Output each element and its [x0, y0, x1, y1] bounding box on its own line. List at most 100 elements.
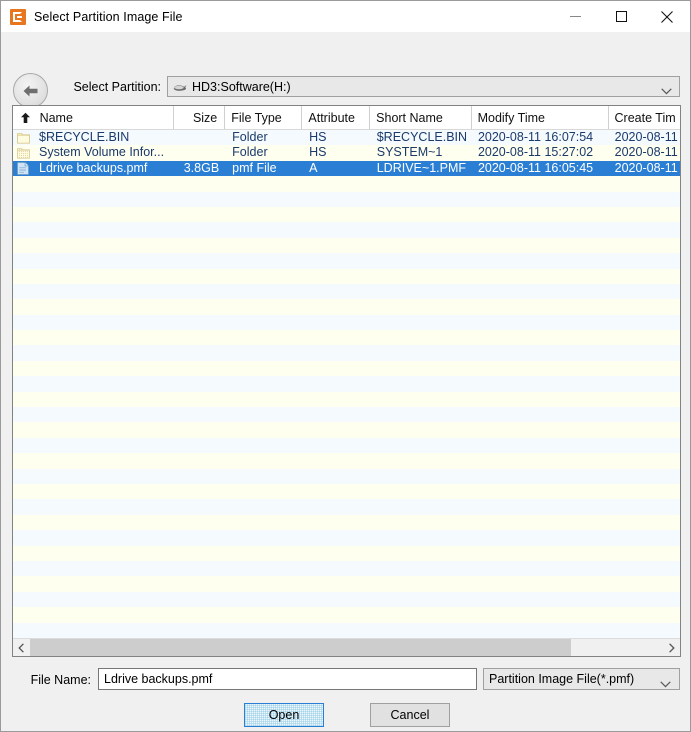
arrow-left-icon — [21, 83, 41, 99]
empty-row — [13, 438, 680, 453]
column-header-size[interactable]: Size — [174, 106, 225, 129]
empty-row — [13, 315, 680, 330]
cell-create_time: 2020-08-11 — [609, 130, 680, 145]
window-title: Select Partition Image File — [34, 10, 183, 24]
empty-row — [13, 284, 680, 299]
chevron-right-icon — [667, 643, 676, 653]
cell-file_type: pmf File — [226, 161, 303, 176]
title-bar: Select Partition Image File — [1, 1, 690, 32]
folder-hidden-icon — [17, 147, 30, 159]
empty-row — [13, 576, 680, 591]
navigation-form-area: Select Partition: HD3:Software(H:) Curre… — [1, 32, 690, 100]
cell-name: System Volume Infor... — [33, 145, 175, 160]
empty-row — [13, 176, 680, 191]
cell-short_name: SYSTEM~1 — [371, 145, 472, 160]
cell-name: $RECYCLE.BIN — [33, 130, 175, 145]
horizontal-scrollbar[interactable] — [13, 638, 680, 656]
table-row[interactable]: $RECYCLE.BINFolderHS$RECYCLE.BIN2020-08-… — [13, 130, 680, 145]
empty-row — [13, 607, 680, 622]
cell-short_name: $RECYCLE.BIN — [371, 130, 472, 145]
cell-size — [175, 145, 226, 160]
file-rows: $RECYCLE.BINFolderHS$RECYCLE.BIN2020-08-… — [13, 130, 680, 176]
empty-row — [13, 499, 680, 514]
row-stripes — [13, 130, 680, 638]
empty-row — [13, 222, 680, 237]
cell-create_time: 2020-08-11 — [609, 145, 680, 160]
file-type-filter-select[interactable]: Partition Image File(*.pmf) — [483, 668, 680, 690]
empty-row — [13, 530, 680, 545]
maximize-button[interactable] — [598, 1, 644, 32]
empty-row — [13, 515, 680, 530]
minimize-button[interactable] — [552, 1, 598, 32]
empty-row — [13, 546, 680, 561]
empty-row — [13, 376, 680, 391]
column-header-file_type[interactable]: File Type — [225, 106, 302, 129]
cancel-button[interactable]: Cancel — [370, 703, 450, 727]
file-name-label: File Name: — [1, 673, 91, 687]
partition-select-value: HD3:Software(H:) — [192, 80, 291, 94]
cell-modify_time: 2020-08-11 16:05:45 — [472, 161, 609, 176]
chevron-down-icon — [660, 677, 671, 691]
scrollbar-track[interactable] — [30, 639, 663, 656]
column-header-create_time[interactable]: Create Tim — [609, 106, 680, 129]
cell-short_name: LDRIVE~1.PMF — [371, 161, 472, 176]
sort-indicator-cell[interactable] — [13, 106, 34, 129]
file-list-body[interactable]: $RECYCLE.BINFolderHS$RECYCLE.BIN2020-08-… — [13, 130, 680, 638]
empty-row — [13, 453, 680, 468]
chevron-left-icon — [17, 643, 26, 653]
scroll-left-button[interactable] — [13, 639, 30, 656]
file-type-filter-value: Partition Image File(*.pmf) — [489, 672, 634, 686]
file-list-header: NameSizeFile TypeAttributeShort NameModi… — [13, 106, 680, 130]
cell-size: 3.8GB — [175, 161, 226, 176]
scroll-right-button[interactable] — [663, 639, 680, 656]
window-controls — [552, 1, 690, 32]
cell-name: Ldrive backups.pmf — [33, 161, 175, 176]
column-header-name[interactable]: Name — [34, 106, 175, 129]
folder-hidden-icon — [13, 145, 33, 160]
folder-icon — [17, 132, 30, 144]
column-header-modify_time[interactable]: Modify Time — [472, 106, 609, 129]
file-list: NameSizeFile TypeAttributeShort NameModi… — [12, 105, 681, 657]
column-header-attribute[interactable]: Attribute — [302, 106, 370, 129]
empty-row — [13, 407, 680, 422]
empty-row — [13, 345, 680, 360]
empty-row — [13, 361, 680, 376]
cell-file_type: Folder — [226, 145, 303, 160]
pmf-file-icon — [13, 161, 33, 176]
file-name-input[interactable]: Ldrive backups.pmf — [98, 668, 477, 690]
table-row[interactable]: Ldrive backups.pmf3.8GBpmf FileALDRIVE~1… — [13, 161, 680, 176]
empty-row — [13, 592, 680, 607]
file-name-value: Ldrive backups.pmf — [104, 672, 212, 686]
back-button[interactable] — [13, 73, 48, 108]
cell-file_type: Folder — [226, 130, 303, 145]
partition-select[interactable]: HD3:Software(H:) — [167, 76, 680, 97]
empty-row — [13, 299, 680, 314]
cell-attribute: HS — [303, 130, 371, 145]
close-button[interactable] — [644, 1, 690, 32]
sort-ascending-icon — [20, 112, 31, 124]
empty-row — [13, 422, 680, 437]
cell-attribute: A — [303, 161, 371, 176]
column-header-short_name[interactable]: Short Name — [370, 106, 471, 129]
select-partition-image-file-dialog: Select Partition Image File Select Parti… — [0, 0, 691, 732]
open-button[interactable]: Open — [244, 703, 324, 727]
cell-attribute: HS — [303, 145, 371, 160]
table-row[interactable]: System Volume Infor...FolderHSSYSTEM~120… — [13, 145, 680, 160]
app-icon — [10, 9, 26, 25]
select-partition-label: Select Partition: — [61, 80, 161, 94]
empty-row — [13, 192, 680, 207]
empty-row — [13, 469, 680, 484]
empty-row — [13, 330, 680, 345]
cell-modify_time: 2020-08-11 16:07:54 — [472, 130, 609, 145]
empty-row — [13, 269, 680, 284]
empty-row — [13, 253, 680, 268]
chevron-down-icon — [661, 84, 672, 98]
cell-modify_time: 2020-08-11 15:27:02 — [472, 145, 609, 160]
empty-row — [13, 392, 680, 407]
pmf-file-icon — [17, 162, 29, 175]
hard-disk-icon — [173, 82, 187, 92]
empty-row — [13, 238, 680, 253]
scrollbar-thumb[interactable] — [30, 639, 571, 656]
empty-row — [13, 207, 680, 222]
empty-row — [13, 561, 680, 576]
